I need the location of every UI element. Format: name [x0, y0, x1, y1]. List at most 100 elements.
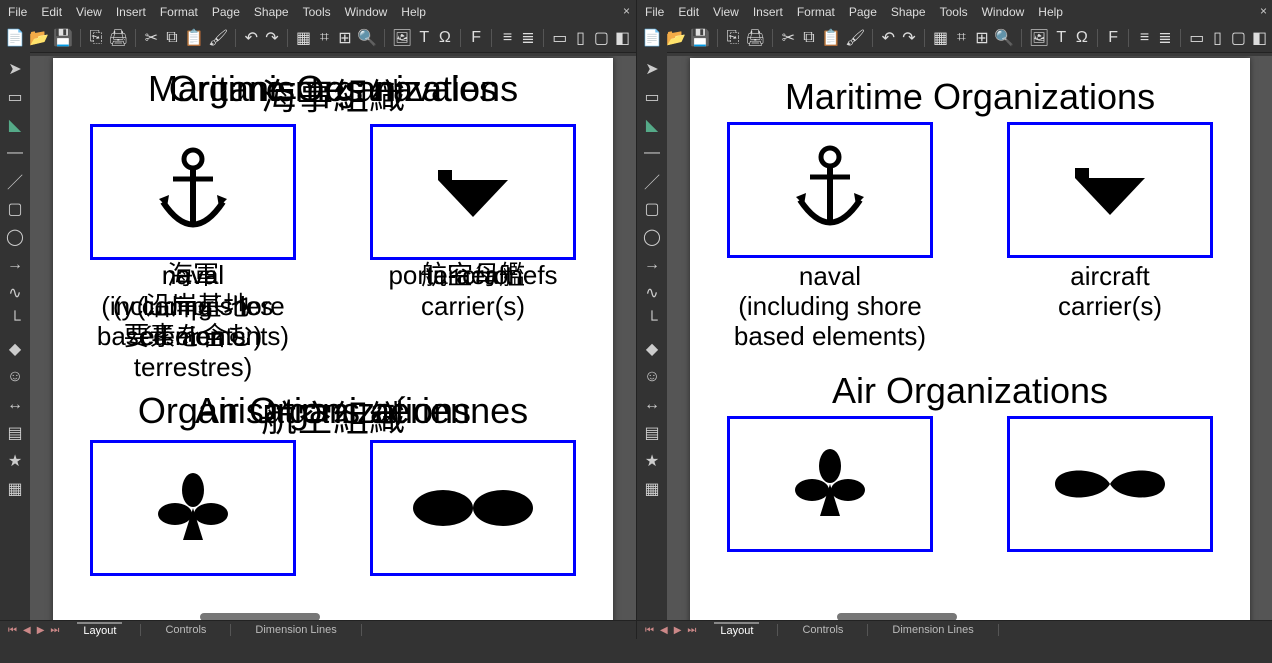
canvas-left[interactable]: 海事組織 Organismes navales Maritime Organiz…: [30, 56, 636, 621]
export-pdf-icon[interactable]: ⎘: [726, 29, 741, 47]
zoom-icon[interactable]: 🔍: [358, 29, 376, 47]
callout-icon[interactable]: ▤: [641, 422, 663, 444]
arrow-icon[interactable]: →: [4, 254, 26, 276]
first-page-icon[interactable]: ⏮: [8, 625, 17, 636]
next-page-icon[interactable]: ▶: [674, 625, 682, 636]
carrier-symbol-box[interactable]: [1007, 122, 1213, 258]
new-doc-icon[interactable]: 📄: [643, 29, 661, 47]
snap-icon[interactable]: ⌗: [954, 29, 969, 47]
snap-icon[interactable]: ⌗: [317, 29, 332, 47]
special-char-icon[interactable]: Ω: [438, 29, 453, 47]
naval-symbol-box[interactable]: [90, 124, 296, 260]
close-button-left[interactable]: ×: [623, 4, 630, 18]
3d-icon[interactable]: ◧: [1252, 29, 1267, 47]
tab-controls[interactable]: Controls: [796, 623, 849, 637]
print-icon[interactable]: 🖨: [109, 29, 127, 47]
menu-page[interactable]: Page: [849, 5, 877, 19]
menu-edit[interactable]: Edit: [678, 5, 699, 19]
curve-icon[interactable]: ∿: [641, 282, 663, 304]
page-nav-arrows[interactable]: ⏮ ◀ ▶ ⏭: [645, 625, 696, 636]
naval-symbol-box[interactable]: [727, 122, 933, 258]
grid-icon[interactable]: ▦: [933, 29, 948, 47]
open-icon[interactable]: 📂: [30, 29, 48, 47]
arrange-front-icon[interactable]: ▭: [1189, 29, 1204, 47]
rectangle-icon[interactable]: ▭: [4, 86, 26, 108]
menu-page[interactable]: Page: [212, 5, 240, 19]
copy-icon[interactable]: ⧉: [165, 29, 180, 47]
prev-page-icon[interactable]: ◀: [23, 625, 31, 636]
menu-shape[interactable]: Shape: [891, 5, 926, 19]
tab-dimension[interactable]: Dimension Lines: [249, 623, 342, 637]
basic-shapes-icon[interactable]: ◆: [4, 338, 26, 360]
menu-view[interactable]: View: [76, 5, 102, 19]
helplines-icon[interactable]: ⊞: [338, 29, 353, 47]
double-arrow-icon[interactable]: ↔: [4, 394, 26, 416]
3d-icon[interactable]: ◧: [615, 29, 630, 47]
helplines-icon[interactable]: ⊞: [975, 29, 990, 47]
copy-icon[interactable]: ⧉: [802, 29, 817, 47]
arrange-front-icon[interactable]: ▭: [552, 29, 567, 47]
redo-icon[interactable]: ↷: [902, 29, 917, 47]
arrange-back-icon[interactable]: ▯: [573, 29, 588, 47]
paste-icon[interactable]: 📋: [822, 29, 840, 47]
menu-insert[interactable]: Insert: [753, 5, 783, 19]
propeller-symbol-box[interactable]: [1007, 416, 1213, 552]
page-nav-arrows[interactable]: ⏮ ◀ ▶ ⏭: [8, 625, 59, 636]
basic-shapes-icon[interactable]: ◆: [641, 338, 663, 360]
rect-outline-icon[interactable]: ▢: [641, 198, 663, 220]
save-icon[interactable]: 💾: [54, 29, 72, 47]
tab-controls[interactable]: Controls: [159, 623, 212, 637]
tab-layout[interactable]: Layout: [77, 622, 122, 638]
rect-outline-icon[interactable]: ▢: [4, 198, 26, 220]
select-icon[interactable]: ➤: [4, 58, 26, 80]
paint-bucket-icon[interactable]: ◣: [641, 114, 663, 136]
menu-edit[interactable]: Edit: [41, 5, 62, 19]
last-page-icon[interactable]: ⏭: [50, 625, 59, 636]
image-icon[interactable]: 🖼: [393, 29, 411, 47]
menu-window[interactable]: Window: [982, 5, 1025, 19]
shadow-icon[interactable]: ▢: [1231, 29, 1246, 47]
line-icon[interactable]: ／: [4, 170, 26, 192]
callout-icon[interactable]: ▤: [4, 422, 26, 444]
menu-format[interactable]: Format: [160, 5, 198, 19]
textbox-icon[interactable]: T: [1054, 29, 1069, 47]
arrange-back-icon[interactable]: ▯: [1210, 29, 1225, 47]
first-page-icon[interactable]: ⏮: [645, 625, 654, 636]
menu-insert[interactable]: Insert: [116, 5, 146, 19]
image-icon[interactable]: 🖼: [1030, 29, 1048, 47]
open-icon[interactable]: 📂: [667, 29, 685, 47]
select-icon[interactable]: ➤: [641, 58, 663, 80]
symbol-icon[interactable]: ☺: [4, 366, 26, 388]
undo-icon[interactable]: ↶: [244, 29, 259, 47]
textbox-icon[interactable]: T: [417, 29, 432, 47]
star-icon[interactable]: ★: [4, 450, 26, 472]
special-char-icon[interactable]: Ω: [1075, 29, 1090, 47]
symbol-icon[interactable]: ☺: [641, 366, 663, 388]
redo-icon[interactable]: ↷: [265, 29, 280, 47]
clone-format-icon[interactable]: 🖌: [209, 29, 227, 47]
canvas-right[interactable]: Maritime Organizations: [667, 56, 1272, 621]
menu-view[interactable]: View: [713, 5, 739, 19]
propeller-symbol-box[interactable]: [370, 440, 576, 576]
clone-format-icon[interactable]: 🖌: [846, 29, 864, 47]
cut-icon[interactable]: ✂: [781, 29, 796, 47]
paste-icon[interactable]: 📋: [185, 29, 203, 47]
new-doc-icon[interactable]: 📄: [6, 29, 24, 47]
tab-layout[interactable]: Layout: [714, 622, 759, 638]
clover-symbol-box[interactable]: [727, 416, 933, 552]
align-left-icon[interactable]: ≡: [500, 29, 515, 47]
last-page-icon[interactable]: ⏭: [687, 625, 696, 636]
3d-object-icon[interactable]: ▦: [641, 478, 663, 500]
paint-bucket-icon[interactable]: ◣: [4, 114, 26, 136]
ellipse-icon[interactable]: ◯: [641, 226, 663, 248]
arrow-icon[interactable]: →: [641, 254, 663, 276]
ellipse-icon[interactable]: ◯: [4, 226, 26, 248]
align-left-icon[interactable]: ≡: [1137, 29, 1152, 47]
curve-icon[interactable]: ∿: [4, 282, 26, 304]
line-color-icon[interactable]: —: [641, 142, 663, 164]
rectangle-icon[interactable]: ▭: [641, 86, 663, 108]
menu-tools[interactable]: Tools: [940, 5, 968, 19]
print-icon[interactable]: 🖨: [746, 29, 764, 47]
prev-page-icon[interactable]: ◀: [660, 625, 668, 636]
carrier-symbol-box[interactable]: [370, 124, 576, 260]
